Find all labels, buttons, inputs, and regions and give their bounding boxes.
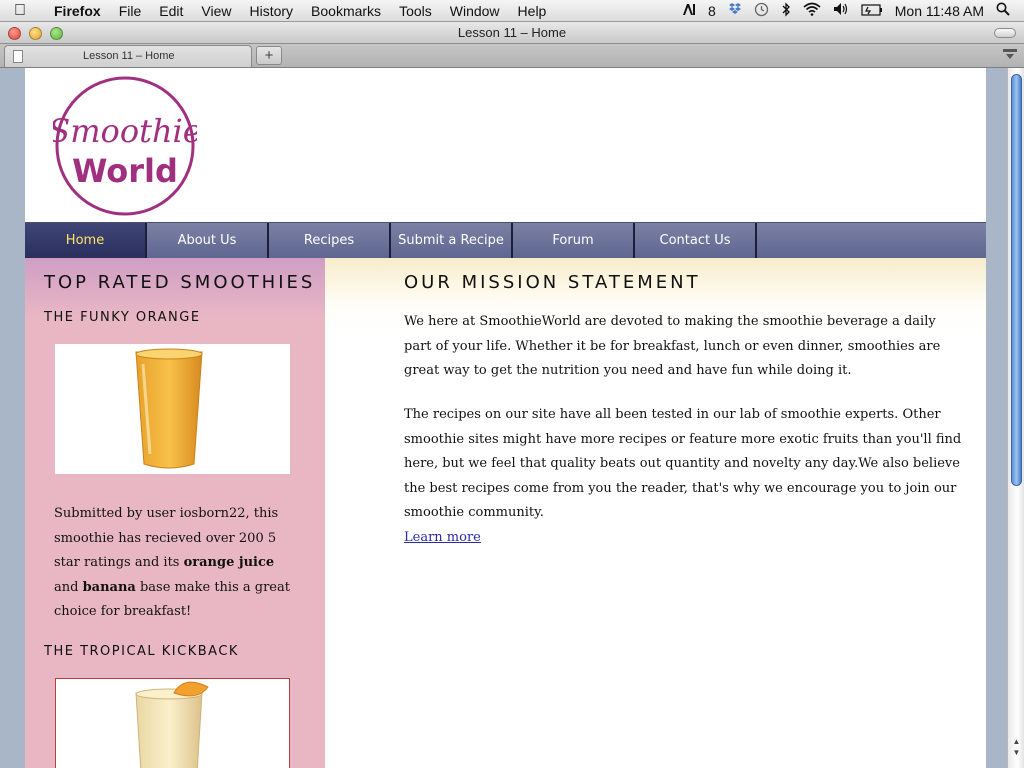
tab-lesson-11-home[interactable]: Lesson 11 – Home xyxy=(4,45,252,67)
tray-count[interactable]: 8 xyxy=(702,3,722,19)
scrollbar-thumb[interactable] xyxy=(1011,74,1022,486)
menu-help[interactable]: Help xyxy=(509,3,556,19)
adobe-icon[interactable] xyxy=(676,3,702,19)
top-rated-sidebar: TOP RATED SMOOTHIES THE FUNKY ORANGE Sub… xyxy=(25,258,325,768)
funky-orange-image xyxy=(55,344,290,474)
menu-tools[interactable]: Tools xyxy=(390,3,441,19)
menu-window[interactable]: Window xyxy=(441,3,509,19)
logo-line2: World xyxy=(72,152,178,190)
tropical-kickback-image xyxy=(55,678,290,768)
nav-home[interactable]: Home xyxy=(25,223,147,258)
nav-contact-us[interactable]: Contact Us xyxy=(635,223,757,258)
smoothie-1-title: THE FUNKY ORANGE xyxy=(44,310,201,325)
mission-heading: OUR MISSION STATEMENT xyxy=(404,272,701,293)
window-controls xyxy=(8,27,63,40)
minimize-window-icon[interactable] xyxy=(29,27,42,40)
list-all-tabs-icon[interactable] xyxy=(1000,48,1020,64)
nav-submit-a-recipe[interactable]: Submit a Recipe xyxy=(391,223,513,258)
time-machine-icon[interactable] xyxy=(748,2,775,20)
smoothie-1-description: Submitted by user iosborn22, this smooth… xyxy=(54,506,290,619)
web-page: Smoothie World Home About Us Recipes Sub… xyxy=(25,68,986,768)
smoothie-world-logo[interactable]: Smoothie World xyxy=(48,74,202,223)
nav-forum[interactable]: Forum xyxy=(513,223,635,258)
volume-icon[interactable] xyxy=(827,2,855,19)
new-tab-button[interactable]: + xyxy=(256,46,282,65)
menu-view[interactable]: View xyxy=(192,3,240,19)
dropbox-icon[interactable] xyxy=(722,2,748,19)
main-navigation: Home About Us Recipes Submit a Recipe Fo… xyxy=(25,222,986,258)
menu-app[interactable]: Firefox xyxy=(40,3,110,19)
toolbar-toggle-button[interactable] xyxy=(994,28,1016,38)
clock[interactable]: Mon 11:48 AM xyxy=(889,3,990,19)
scroll-arrows[interactable]: ▲ ▼ xyxy=(1008,736,1024,758)
page-icon xyxy=(13,50,23,63)
zoom-window-icon[interactable] xyxy=(50,27,63,40)
tab-bar: Lesson 11 – Home + xyxy=(0,44,1024,68)
mission-statement-section: OUR MISSION STATEMENT We here at Smoothi… xyxy=(325,258,986,768)
window-title: Lesson 11 – Home xyxy=(457,25,567,40)
site-header: Smoothie World xyxy=(25,68,986,222)
menu-bookmarks[interactable]: Bookmarks xyxy=(302,3,390,19)
bluetooth-icon[interactable] xyxy=(775,1,797,20)
wifi-icon[interactable] xyxy=(797,2,827,19)
mission-paragraph-2: The recipes on our site have all been te… xyxy=(404,407,962,545)
tab-label: Lesson 11 – Home xyxy=(83,50,175,62)
browser-viewport: Smoothie World Home About Us Recipes Sub… xyxy=(0,68,1024,768)
logo-line1: Smoothie xyxy=(53,112,197,150)
learn-more-link[interactable]: Learn more xyxy=(404,530,481,545)
nav-recipes[interactable]: Recipes xyxy=(269,223,391,258)
mission-paragraph-1: We here at SmoothieWorld are devoted to … xyxy=(404,314,941,378)
nav-about-us[interactable]: About Us xyxy=(147,223,269,258)
apple-icon[interactable]:  xyxy=(0,2,40,20)
mac-menubar:  Firefox File Edit View History Bookmar… xyxy=(0,0,1024,22)
window-titlebar: Lesson 11 – Home xyxy=(0,22,1024,44)
menu-edit[interactable]: Edit xyxy=(150,3,192,19)
smoothie-2-title: THE TROPICAL KICKBACK xyxy=(44,644,239,659)
menu-file[interactable]: File xyxy=(110,3,151,19)
sidebar-heading: TOP RATED SMOOTHIES xyxy=(44,272,316,293)
menubar-tray: 8 Mon 11:48 AM xyxy=(676,1,1024,20)
battery-icon[interactable] xyxy=(855,3,889,19)
close-window-icon[interactable] xyxy=(8,27,21,40)
vertical-scrollbar[interactable]: ▲ ▼ xyxy=(1007,68,1024,768)
menu-history[interactable]: History xyxy=(240,3,302,19)
spotlight-icon[interactable] xyxy=(990,2,1016,19)
